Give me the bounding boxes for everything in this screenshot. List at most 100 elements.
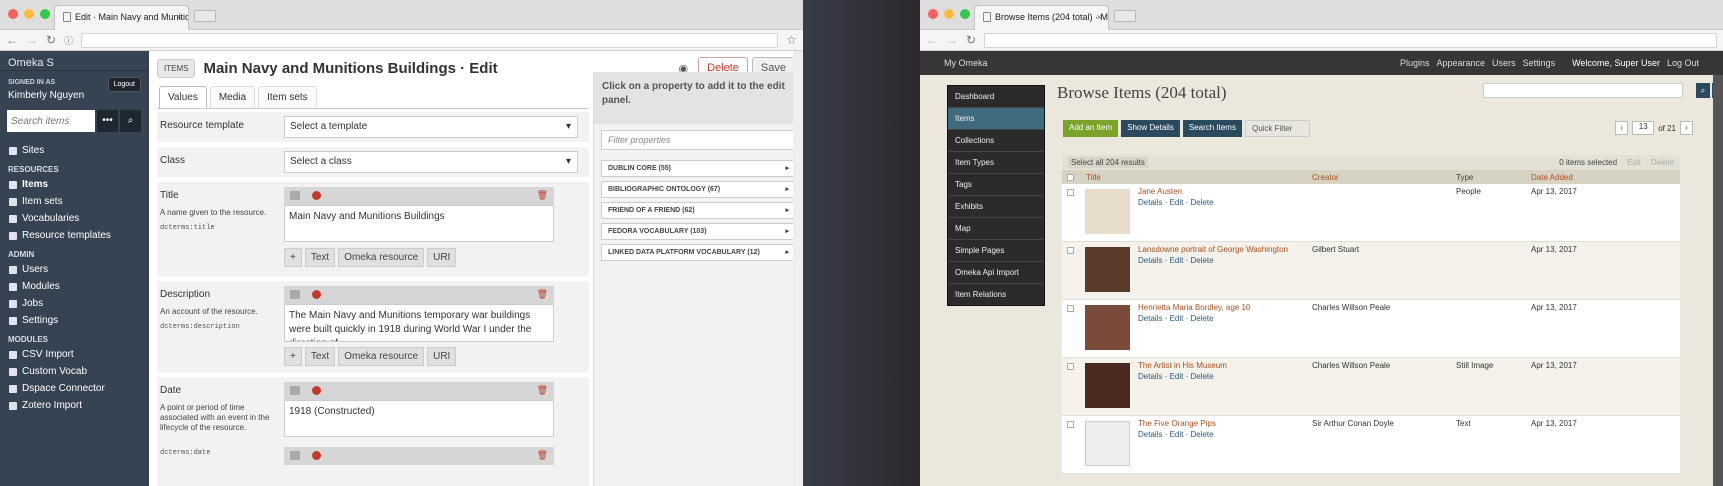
new-tab-button[interactable] [1114, 10, 1136, 22]
sidebar-item-zotero[interactable]: Zotero Import [0, 397, 149, 414]
item-actions[interactable]: Details · Edit · Delete [1138, 256, 1214, 265]
url-field[interactable] [984, 32, 1717, 48]
link-plugins[interactable]: Plugins [1400, 58, 1430, 68]
nav-exhibits[interactable]: Exhibits [948, 196, 1044, 218]
nav-items[interactable]: Items [948, 108, 1044, 130]
search-input[interactable] [7, 110, 95, 132]
vocab-bibo[interactable]: BIBLIOGRAPHIC ONTOLOGY (67) [601, 181, 796, 198]
reload-icon[interactable]: ↻ [966, 33, 976, 47]
close-window-button[interactable] [8, 9, 18, 19]
item-thumbnail[interactable] [1085, 305, 1130, 350]
link-appearance[interactable]: Appearance [1437, 58, 1486, 68]
class-select[interactable]: Select a class [284, 151, 578, 173]
item-title[interactable]: Lansdowne portrait of George Washington [1138, 245, 1288, 254]
item-title[interactable]: The Five Orange Pips [1138, 419, 1216, 428]
filter-properties-input[interactable]: Filter properties [601, 130, 796, 150]
nav-item-relations[interactable]: Item Relations [948, 284, 1044, 305]
row-checkbox[interactable] [1067, 305, 1074, 312]
omeka-resource-button[interactable]: Omeka resource [338, 248, 425, 267]
sidebar-item-jobs[interactable]: Jobs [0, 295, 149, 312]
uri-button[interactable]: URI [427, 248, 457, 267]
scrollbar[interactable] [1713, 75, 1723, 486]
sidebar-item-resource-templates[interactable]: Resource templates [0, 227, 149, 244]
value-textarea[interactable]: The Main Navy and Munitions temporary wa… [284, 304, 554, 342]
uri-button[interactable]: URI [427, 347, 457, 366]
item-title[interactable]: The Artist in His Museum [1138, 361, 1227, 370]
nav-item-types[interactable]: Item Types [948, 152, 1044, 174]
item-title[interactable]: Henrietta Maria Bordley, age 10 [1138, 303, 1250, 312]
scrollbar[interactable] [793, 51, 803, 486]
keyboard-icon[interactable] [290, 451, 300, 460]
search-icon[interactable]: ⌕ [120, 110, 141, 132]
nav-dashboard[interactable]: Dashboard [948, 86, 1044, 108]
col-date-added[interactable]: Date Added [1531, 173, 1573, 182]
col-type[interactable]: Type [1456, 173, 1473, 182]
item-actions[interactable]: Details · Edit · Delete [1138, 198, 1214, 207]
search-items-button[interactable]: Search Items [1182, 120, 1242, 137]
vocab-ldp[interactable]: LINKED DATA PLATFORM VOCABULARY (12) [601, 244, 796, 261]
tab-item-sets[interactable]: Item sets [258, 86, 317, 108]
batch-edit-button[interactable]: Edit [1627, 158, 1641, 167]
item-actions[interactable]: Details · Edit · Delete [1138, 372, 1214, 381]
text-button[interactable]: Text [304, 347, 336, 366]
keyboard-icon[interactable] [290, 290, 300, 299]
logout-link[interactable]: Log Out [1667, 58, 1699, 68]
forward-icon[interactable]: → [946, 33, 958, 47]
globe-icon[interactable] [312, 451, 321, 460]
sidebar-item-csv-import[interactable]: CSV Import [0, 346, 149, 363]
vocab-dublin-core[interactable]: DUBLIN CORE (55) [601, 160, 796, 177]
sidebar-item-dspace[interactable]: Dspace Connector [0, 380, 149, 397]
back-icon[interactable]: ← [926, 33, 938, 47]
minimize-window-button[interactable] [24, 9, 34, 19]
reload-icon[interactable]: ↻ [46, 33, 56, 47]
tab-media[interactable]: Media [209, 86, 256, 108]
row-checkbox[interactable] [1067, 189, 1074, 196]
batch-delete-button[interactable]: Delete [1651, 158, 1674, 167]
nav-tags[interactable]: Tags [948, 174, 1044, 196]
add-value-button[interactable]: + [284, 347, 302, 366]
forward-icon[interactable]: → [26, 33, 38, 47]
back-icon[interactable]: ← [6, 33, 18, 47]
trash-icon[interactable]: 🗑 [537, 385, 548, 396]
item-thumbnail[interactable] [1085, 247, 1130, 292]
next-page-button[interactable]: › [1680, 121, 1693, 135]
text-button[interactable]: Text [304, 248, 336, 267]
link-users[interactable]: Users [1492, 58, 1516, 68]
trash-icon[interactable]: 🗑 [537, 450, 548, 461]
item-actions[interactable]: Details · Edit · Delete [1138, 314, 1214, 323]
browser-tab[interactable]: Edit · Main Navy and Munitions × [54, 5, 189, 30]
globe-icon[interactable] [312, 191, 321, 200]
item-thumbnail[interactable] [1085, 189, 1130, 234]
quick-filter-dropdown[interactable]: Quick Filter [1244, 120, 1310, 137]
globe-icon[interactable] [312, 386, 321, 395]
sidebar-item-users[interactable]: Users [0, 261, 149, 278]
browser-tab[interactable]: Browse Items (204 total) · My × [974, 5, 1109, 30]
sidebar-item-items[interactable]: Items [0, 176, 149, 193]
show-details-button[interactable]: Show Details [1121, 120, 1180, 137]
link-settings[interactable]: Settings [1523, 58, 1556, 68]
search-input[interactable]: ⌕… [1483, 83, 1723, 98]
row-checkbox[interactable] [1067, 363, 1074, 370]
minimize-window-button[interactable] [944, 9, 954, 19]
more-options-button[interactable]: ••• [97, 110, 118, 132]
vocab-fedora[interactable]: FEDORA VOCABULARY (103) [601, 223, 796, 240]
sidebar-item-item-sets[interactable]: Item sets [0, 193, 149, 210]
item-title[interactable]: Jane Austen [1138, 187, 1182, 196]
page-input[interactable]: 13 [1632, 121, 1655, 135]
omeka-resource-button[interactable]: Omeka resource [338, 347, 425, 366]
keyboard-icon[interactable] [290, 386, 300, 395]
row-checkbox[interactable] [1067, 421, 1074, 428]
nav-collections[interactable]: Collections [948, 130, 1044, 152]
tab-values[interactable]: Values [159, 86, 207, 108]
trash-icon[interactable]: 🗑 [537, 289, 548, 300]
trash-icon[interactable]: 🗑 [537, 190, 548, 201]
bookmark-star-icon[interactable]: ☆ [786, 33, 797, 47]
nav-simple-pages[interactable]: Simple Pages [948, 240, 1044, 262]
item-actions[interactable]: Details · Edit · Delete [1138, 430, 1214, 439]
sidebar-item-vocabularies[interactable]: Vocabularies [0, 210, 149, 227]
site-brand[interactable]: Omeka S [0, 51, 149, 71]
nav-api-import[interactable]: Omeka Api Import [948, 262, 1044, 284]
document-placeholder-icon[interactable] [1085, 421, 1130, 466]
select-all-checkbox[interactable] [1067, 173, 1074, 181]
value-textarea[interactable]: 1918 (Constructed) [284, 400, 554, 437]
